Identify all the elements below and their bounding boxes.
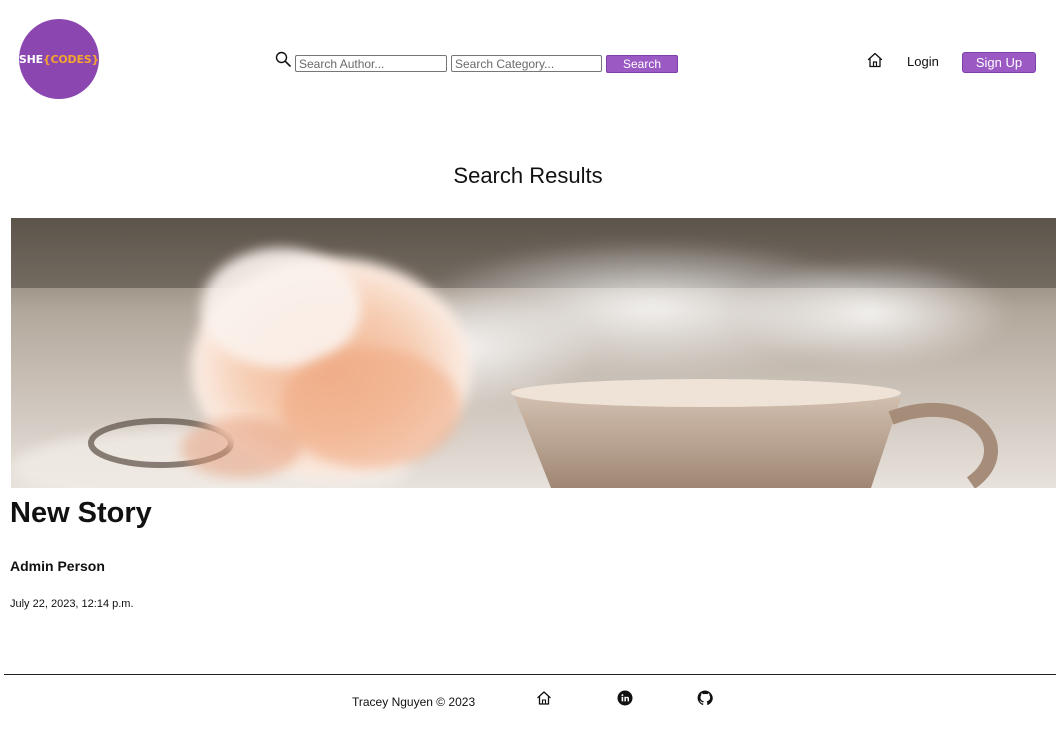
page: SHE{CODES} Search Login Sign Up Search R… — [0, 0, 1056, 734]
linkedin-icon[interactable] — [617, 690, 633, 706]
github-icon[interactable] — [697, 690, 713, 706]
footer-divider — [4, 674, 1056, 675]
page-title: Search Results — [453, 163, 603, 188]
logo-text-she: SHE — [18, 52, 43, 66]
footer-copyright: Tracey Nguyen © 2023 — [352, 695, 476, 709]
login-link[interactable]: Login — [907, 54, 939, 69]
home-icon[interactable] — [536, 690, 552, 706]
story-title[interactable]: New Story — [10, 497, 152, 530]
search-category-input[interactable] — [451, 55, 602, 72]
search-icon — [275, 51, 291, 67]
logo-text-codes: {CODES} — [42, 52, 100, 66]
search-button[interactable]: Search — [606, 55, 678, 73]
story-image[interactable] — [11, 218, 1056, 488]
signup-button[interactable]: Sign Up — [962, 52, 1036, 73]
site-logo[interactable]: SHE {CODES} — [19, 19, 99, 99]
search-author-input[interactable] — [295, 55, 447, 72]
story-author: Admin Person — [10, 558, 105, 574]
home-icon[interactable] — [866, 51, 884, 69]
story-date: July 22, 2023, 12:14 p.m. — [10, 598, 134, 610]
story-image-art — [11, 218, 1056, 488]
